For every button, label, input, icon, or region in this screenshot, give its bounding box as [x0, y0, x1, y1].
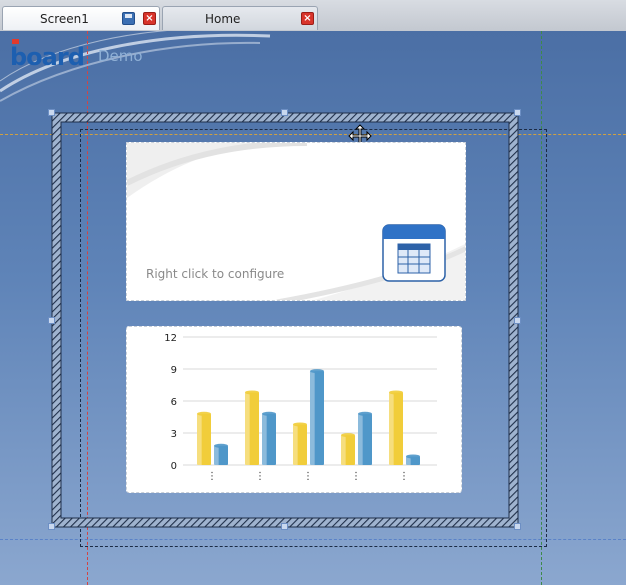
resize-handle-left[interactable]	[48, 317, 55, 324]
save-icon[interactable]	[122, 12, 135, 25]
table-placeholder-panel[interactable]: Right click to configure	[126, 142, 466, 301]
chart-bar-highlight	[245, 392, 250, 465]
chart-bar-cap	[197, 411, 211, 416]
design-canvas[interactable]: board Demo Right click to configure 0 3 …	[0, 31, 626, 585]
x-tick-label: ⋮	[207, 471, 217, 482]
x-tick-label: ⋮	[351, 471, 361, 482]
chart-bar-highlight	[310, 371, 315, 465]
close-icon[interactable]: ×	[143, 12, 156, 25]
chart-bar-highlight	[293, 424, 298, 465]
resize-handle-top[interactable]	[281, 109, 288, 116]
selection-frame[interactable]	[0, 31, 626, 585]
resize-handle-bottom-left[interactable]	[48, 523, 55, 530]
tab-screen1-label: Screen1	[40, 12, 89, 26]
chart-bar-cap	[341, 433, 355, 438]
x-tick-label: ⋮	[303, 471, 313, 482]
y-tick-label: 12	[164, 333, 177, 344]
chart-bar-highlight	[389, 392, 394, 465]
y-tick-label: 3	[171, 429, 177, 440]
close-icon[interactable]: ×	[301, 12, 314, 25]
chart-panel[interactable]: 0 3 6 9 12 ⋮ ⋮ ⋮ ⋮ ⋮	[126, 326, 462, 493]
tab-screen1[interactable]: Screen1 ×	[2, 6, 160, 30]
y-tick-label: 0	[171, 461, 177, 472]
chart-bar-cap	[262, 411, 276, 416]
chart-bar-cap	[245, 390, 259, 395]
resize-handle-top-left[interactable]	[48, 109, 55, 116]
chart-bar-cap	[358, 411, 372, 416]
chart-bar-highlight	[341, 435, 346, 465]
resize-handle-bottom[interactable]	[281, 523, 288, 530]
resize-handle-bottom-right[interactable]	[514, 523, 521, 530]
x-tick-label: ⋮	[399, 471, 409, 482]
configure-prompt: Right click to configure	[146, 267, 285, 281]
tab-home-label: Home	[205, 12, 241, 26]
resize-handle-top-right[interactable]	[514, 109, 521, 116]
table-icon	[382, 224, 446, 282]
chart-bar-cap	[389, 390, 403, 395]
chart-bar-cap	[310, 369, 324, 374]
tab-bar: Screen1 × Home ×	[0, 0, 626, 32]
chart-bar-cap	[214, 443, 228, 448]
chart-bar-highlight	[214, 445, 219, 465]
resize-handle-right[interactable]	[514, 317, 521, 324]
y-tick-label: 6	[171, 397, 177, 408]
tab-home[interactable]: Home ×	[162, 6, 318, 30]
chart-bar-highlight	[262, 413, 267, 465]
chart-bar-cap	[406, 454, 420, 459]
bar-chart: 0 3 6 9 12 ⋮ ⋮ ⋮ ⋮ ⋮	[164, 333, 437, 482]
chart-bar-highlight	[197, 413, 202, 465]
y-tick-label: 9	[171, 365, 177, 376]
chart-bar-cap	[293, 422, 307, 427]
x-tick-label: ⋮	[255, 471, 265, 482]
chart-bar-highlight	[358, 413, 363, 465]
